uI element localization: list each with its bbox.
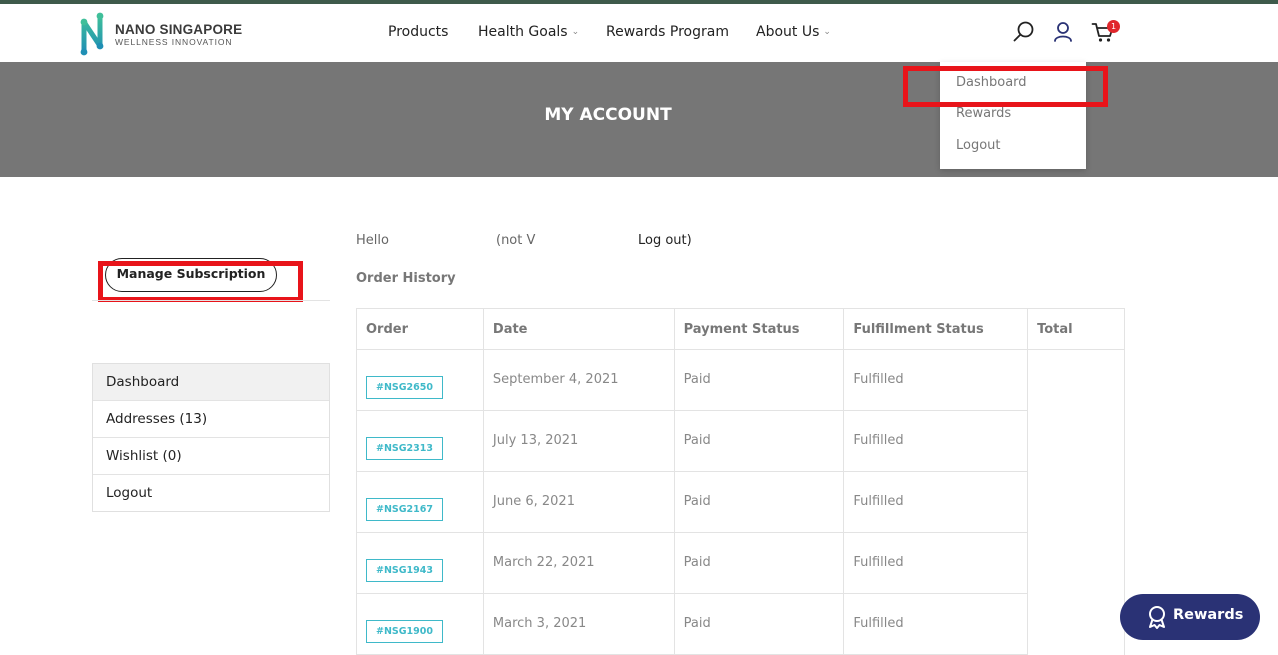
greeting-hello: Hello <box>356 233 389 248</box>
order-number-link[interactable]: #NSG2313 <box>366 437 443 460</box>
order-date: March 3, 2021 <box>482 593 675 655</box>
order-number-link[interactable]: #NSG1943 <box>366 559 443 582</box>
brand-name: NANO SINGAPORE <box>115 22 243 37</box>
dropdown-item-logout[interactable]: Logout <box>956 138 1001 153</box>
order-date: June 6, 2021 <box>482 471 675 533</box>
col-header-order: Order <box>356 308 484 350</box>
nav-about-us-label: About Us <box>756 24 820 40</box>
order-total <box>1027 410 1125 472</box>
sidebar-item-addresses[interactable]: Addresses (13) <box>93 401 329 438</box>
brand-tagline: WELLNESS INNOVATION <box>115 37 233 47</box>
payment-status: Paid <box>673 532 845 594</box>
site-header: NANO SINGAPORE WELLNESS INNOVATION Produ… <box>0 4 1278 62</box>
payment-status: Paid <box>673 471 845 533</box>
payment-status: Paid <box>673 349 845 411</box>
order-number-link[interactable]: #NSG2167 <box>366 498 443 521</box>
nav-products[interactable]: Products <box>388 24 448 40</box>
fulfillment-status: Fulfilled <box>843 349 1029 411</box>
chevron-down-icon: ⌄ <box>823 27 831 37</box>
rewards-launcher-button[interactable]: Rewards <box>1120 594 1260 640</box>
brand-logo[interactable]: NANO SINGAPORE WELLNESS INNOVATION <box>78 12 242 56</box>
col-header-payment-status: Payment Status <box>673 308 845 350</box>
cart-count-badge: 1 <box>1107 20 1120 33</box>
table-row: #NSG1900 March 3, 2021 Paid Fulfilled <box>356 593 1125 655</box>
fulfillment-status: Fulfilled <box>843 532 1029 594</box>
nav-rewards-program[interactable]: Rewards Program <box>606 24 729 40</box>
order-number-link[interactable]: #NSG2650 <box>366 376 443 399</box>
ribbon-badge-icon <box>1149 606 1165 629</box>
table-row: #NSG2313 July 13, 2021 Paid Fulfilled <box>356 410 1125 472</box>
table-row: #NSG2167 June 6, 2021 Paid Fulfilled <box>356 471 1125 533</box>
user-icon[interactable] <box>1051 20 1075 44</box>
chevron-down-icon: ⌄ <box>571 27 580 37</box>
nav-rewards-program-label: Rewards Program <box>606 24 729 40</box>
col-header-date: Date <box>482 308 675 350</box>
nav-about-us[interactable]: About Us ⌄ <box>756 24 831 40</box>
fulfillment-status: Fulfilled <box>843 471 1029 533</box>
payment-status: Paid <box>673 593 845 655</box>
sidebar-item-logout[interactable]: Logout <box>93 475 329 511</box>
order-total <box>1027 471 1125 533</box>
order-total <box>1027 349 1125 411</box>
order-date: September 4, 2021 <box>482 349 675 411</box>
order-total <box>1027 593 1125 655</box>
greeting-logout-link[interactable]: Log out) <box>638 233 692 248</box>
sidebar-item-dashboard[interactable]: Dashboard <box>93 364 329 401</box>
order-history-title: Order History <box>356 271 456 286</box>
rewards-launcher-label: Rewards <box>1173 607 1244 623</box>
order-date: March 22, 2021 <box>482 532 675 594</box>
account-sidebar-menu: Dashboard Addresses (13) Wishlist (0) Lo… <box>92 363 330 512</box>
order-history-table: Order Date Payment Status Fulfillment St… <box>356 308 1125 655</box>
order-date: July 13, 2021 <box>482 410 675 472</box>
nav-products-label: Products <box>388 24 449 40</box>
table-header-row: Order Date Payment Status Fulfillment St… <box>356 308 1125 350</box>
payment-status: Paid <box>673 410 845 472</box>
highlight-box-manage-subscription <box>98 261 303 302</box>
nav-health-goals[interactable]: Health Goals ⌄ <box>478 24 579 40</box>
sidebar-item-wishlist[interactable]: Wishlist (0) <box>93 438 329 475</box>
sidebar-divider <box>92 300 330 301</box>
dropdown-item-rewards[interactable]: Rewards <box>956 106 1011 121</box>
order-total <box>1027 532 1125 594</box>
highlight-box-dashboard <box>903 66 1108 107</box>
nano-logo-icon <box>80 12 104 56</box>
nav-health-goals-label: Health Goals <box>478 24 568 40</box>
greeting-not-prefix: (not V <box>496 233 536 248</box>
table-row: #NSG2650 September 4, 2021 Paid Fulfille… <box>356 349 1125 411</box>
table-row: #NSG1943 March 22, 2021 Paid Fulfilled <box>356 532 1125 594</box>
col-header-total: Total <box>1027 308 1125 350</box>
search-icon[interactable] <box>1012 20 1036 44</box>
fulfillment-status: Fulfilled <box>843 593 1029 655</box>
col-header-fulfillment-status: Fulfillment Status <box>843 308 1029 350</box>
fulfillment-status: Fulfilled <box>843 410 1029 472</box>
